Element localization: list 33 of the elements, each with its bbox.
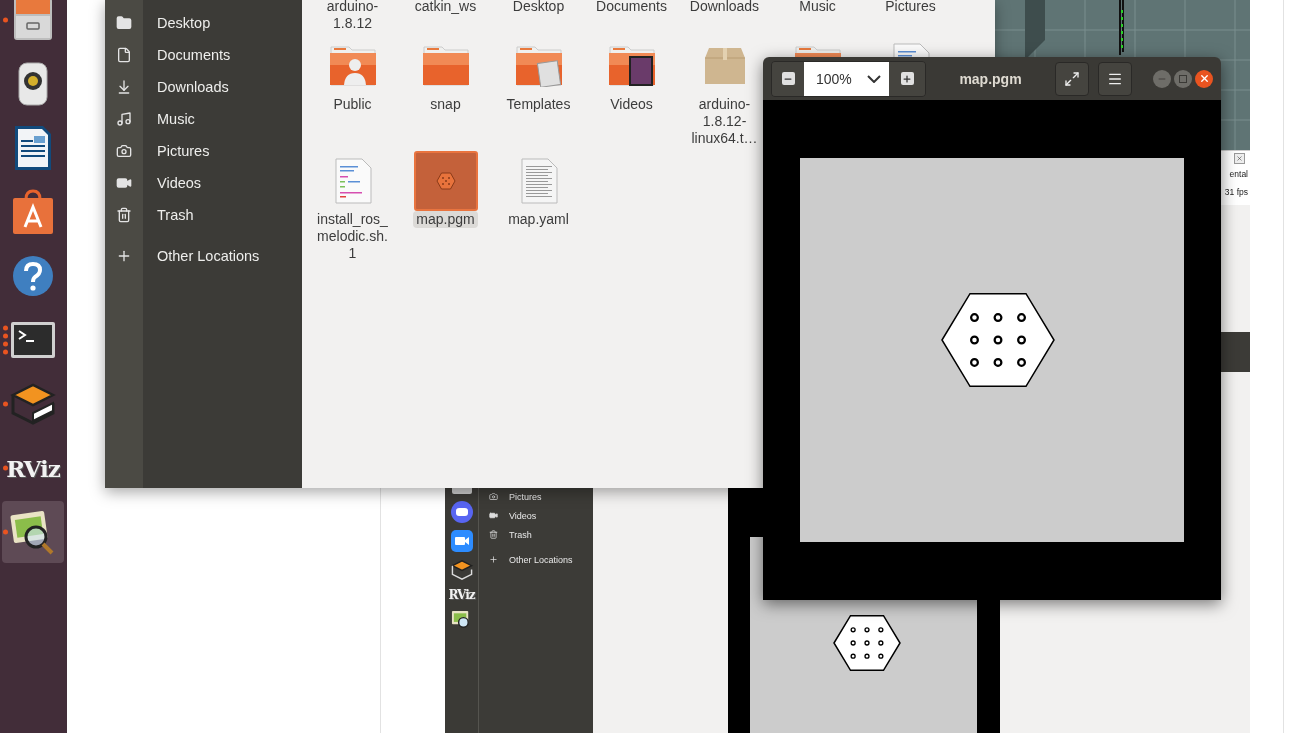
file-name[interactable]: arduino-1.8.12-linux64.t… xyxy=(683,96,766,147)
sidebar-item: Trash xyxy=(509,529,532,540)
panel-text: 31 fps xyxy=(1224,187,1248,197)
file-name[interactable]: Public xyxy=(330,96,375,113)
file-name[interactable]: map.yaml xyxy=(505,211,572,228)
file-name[interactable]: Documents xyxy=(593,0,670,15)
sidebar-item: Pictures xyxy=(509,491,542,502)
file-name[interactable]: map.pgm xyxy=(413,211,478,228)
sidebar-item[interactable]: Music xyxy=(157,111,195,127)
dock-item[interactable]: RViz xyxy=(2,437,64,499)
window-title: map.pgm xyxy=(958,70,1023,87)
sidebar-item[interactable]: Pictures xyxy=(157,143,210,159)
file-name[interactable]: catkin_ws xyxy=(411,0,480,15)
sidebar-item[interactable]: Videos xyxy=(157,175,202,191)
file-name[interactable]: snap xyxy=(427,96,464,113)
rviz-logo: RViz xyxy=(6,454,60,482)
file-name[interactable]: Pictures xyxy=(882,0,939,15)
file-name[interactable]: install_ros_melodic.sh.1 xyxy=(311,211,394,262)
file-name[interactable]: Templates xyxy=(503,96,574,113)
panel-text: ental xyxy=(1229,169,1248,179)
sidebar-item: Videos xyxy=(509,510,537,521)
file-name[interactable]: Music xyxy=(796,0,839,15)
sidebar-item[interactable]: Desktop xyxy=(157,15,211,31)
file-name[interactable]: arduino-1.8.12 xyxy=(311,0,394,32)
file-name[interactable]: Downloads xyxy=(686,0,763,15)
sidebar-item[interactable]: Downloads xyxy=(157,79,229,95)
file-name[interactable]: Desktop xyxy=(509,0,568,15)
sidebar-item[interactable]: Other Locations xyxy=(157,248,260,264)
sidebar-item[interactable]: Documents xyxy=(157,47,231,63)
sidebar-item: Other Locations xyxy=(509,554,573,565)
rviz-logo: RViz xyxy=(448,588,475,602)
file-name[interactable]: Videos xyxy=(607,96,656,113)
sidebar-item[interactable]: Trash xyxy=(157,207,194,223)
